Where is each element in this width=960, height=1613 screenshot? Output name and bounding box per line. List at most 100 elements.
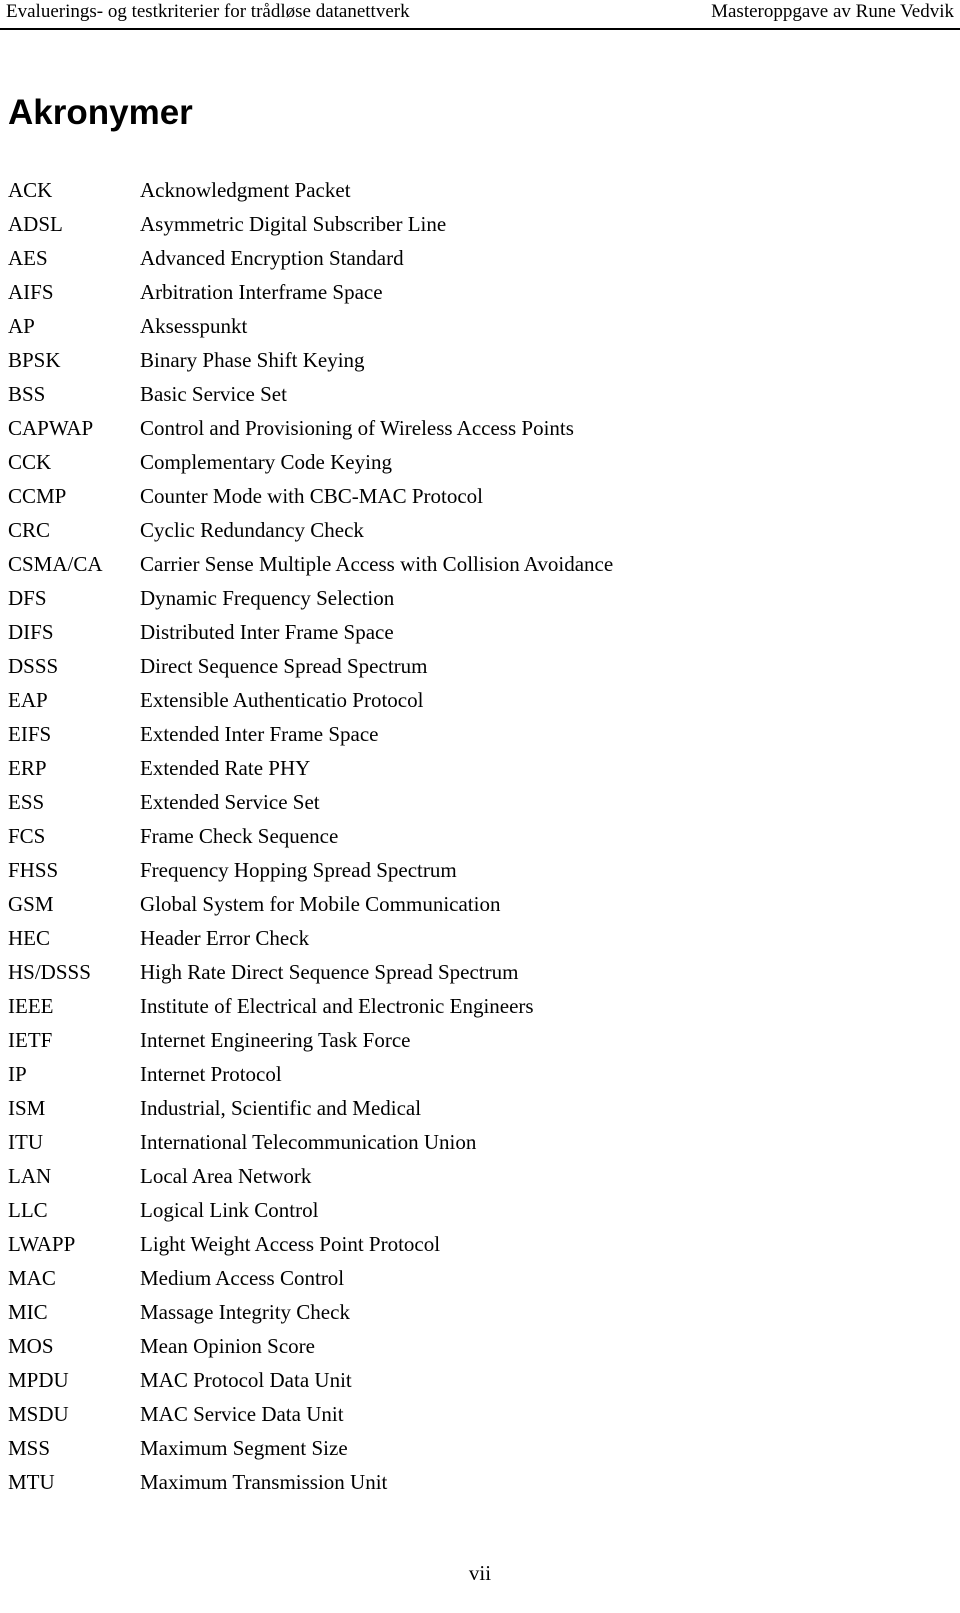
acronym-term: MOS: [8, 1334, 54, 1358]
acronym-row: DSSS Direct Sequence Spread Spectrum: [0, 649, 960, 683]
acronym-definition: Maximum Segment Size: [140, 1436, 348, 1460]
page-number: vii: [468, 1561, 492, 1585]
acronym-definition: Frequency Hopping Spread Spectrum: [140, 858, 457, 882]
acronym-term: MSS: [8, 1436, 51, 1460]
acronym-definition: Logical Link Control: [140, 1198, 319, 1222]
acronym-row: LWAPP Light Weight Access Point Protocol: [0, 1227, 960, 1261]
acronym-row: CCK Complementary Code Keying: [0, 445, 960, 479]
acronym-row: MSS Maximum Segment Size: [0, 1431, 960, 1465]
acronym-row: IETF Internet Engineering Task Force: [0, 1023, 960, 1057]
acronym-row: EIFS Extended Inter Frame Space: [0, 717, 960, 751]
acronym-row: MPDU MAC Protocol Data Unit: [0, 1363, 960, 1397]
acronym-term: ITU: [8, 1130, 43, 1154]
page-title: Akronymer: [8, 93, 193, 132]
acronym-term: LAN: [8, 1164, 52, 1188]
acronym-row: MIC Massage Integrity Check: [0, 1295, 960, 1329]
acronym-definition: Industrial, Scientific and Medical: [140, 1096, 422, 1120]
acronym-term: CCMP: [8, 484, 67, 508]
acronym-definition: MAC Protocol Data Unit: [140, 1368, 352, 1392]
acronym-term: FHSS: [8, 858, 59, 882]
header-divider-rule: [0, 28, 960, 30]
acronym-term: CRC: [8, 518, 51, 542]
acronym-term: ISM: [8, 1096, 46, 1120]
acronym-definition: Global System for Mobile Communication: [140, 892, 501, 916]
acronym-row: IP Internet Protocol: [0, 1057, 960, 1091]
acronym-row: ACK Acknowledgment Packet: [0, 173, 960, 207]
acronym-term: GSM: [8, 892, 54, 916]
acronym-term: IETF: [8, 1028, 53, 1052]
acronym-row: LLC Logical Link Control: [0, 1193, 960, 1227]
acronym-definition: Internet Engineering Task Force: [140, 1028, 411, 1052]
acronym-term: ESS: [8, 790, 45, 814]
acronym-term: DSSS: [8, 654, 59, 678]
acronym-definition: High Rate Direct Sequence Spread Spectru…: [140, 960, 519, 984]
acronym-row: CSMA/CA Carrier Sense Multiple Access wit…: [0, 547, 960, 581]
header-author-label: Masteroppgave av Rune Vedvik: [711, 1, 954, 22]
acronym-term: HEC: [8, 926, 50, 950]
acronym-definition: Asymmetric Digital Subscriber Line: [140, 212, 447, 236]
acronym-definition: Extended Rate PHY: [140, 756, 311, 780]
acronym-row: MSDU MAC Service Data Unit: [0, 1397, 960, 1431]
acronym-definition: Complementary Code Keying: [140, 450, 392, 474]
acronym-row: AES Advanced Encryption Standard: [0, 241, 960, 275]
acronym-term: MSDU: [8, 1402, 69, 1426]
acronym-term: CCK: [8, 450, 52, 474]
acronym-row: LAN Local Area Network: [0, 1159, 960, 1193]
acronym-definition: Maximum Transmission Unit: [140, 1470, 388, 1494]
acronym-definition: Cyclic Redundancy Check: [140, 518, 364, 542]
acronym-definition: Header Error Check: [140, 926, 310, 950]
acronym-definition: Binary Phase Shift Keying: [140, 348, 365, 372]
acronym-definition: Extensible Authenticatio Protocol: [140, 688, 424, 712]
acronym-row: CAPWAP Control and Provisioning of Wirele…: [0, 411, 960, 445]
acronym-definition: Institute of Electrical and Electronic E…: [140, 994, 534, 1018]
acronym-row: FCS Frame Check Sequence: [0, 819, 960, 853]
acronym-term: IP: [8, 1062, 27, 1086]
acronym-term: ACK: [8, 178, 53, 202]
acronym-row: CRC Cyclic Redundancy Check: [0, 513, 960, 547]
acronym-term: EIFS: [8, 722, 52, 746]
acronym-term: EAP: [8, 688, 48, 712]
acronym-definition: Acknowledgment Packet: [140, 178, 351, 202]
acronym-row: ERP Extended Rate PHY: [0, 751, 960, 785]
acronym-row: IEEE Institute of Electrical and Electron…: [0, 989, 960, 1023]
acronym-term: FCS: [8, 824, 46, 848]
acronym-row: EAP Extensible Authenticatio Protocol: [0, 683, 960, 717]
acronym-term: ERP: [8, 756, 47, 780]
acronym-definition: Direct Sequence Spread Spectrum: [140, 654, 428, 678]
acronym-term: AIFS: [8, 280, 54, 304]
acronym-definition: Medium Access Control: [140, 1266, 345, 1290]
acronym-row: BPSK Binary Phase Shift Keying: [0, 343, 960, 377]
acronym-term: MTU: [8, 1470, 55, 1494]
acronym-definition: Carrier Sense Multiple Access with Colli…: [140, 552, 614, 576]
acronym-row: MTU Maximum Transmission Unit: [0, 1465, 960, 1499]
acronym-definition: Aksesspunkt: [140, 314, 248, 338]
acronym-row: DIFS Distributed Inter Frame Space: [0, 615, 960, 649]
acronym-term: DFS: [8, 586, 47, 610]
acronym-row: ESS Extended Service Set: [0, 785, 960, 819]
acronym-definition: Light Weight Access Point Protocol: [140, 1232, 441, 1256]
header-document-title: Evaluerings- og testkriterier for trådlø…: [6, 1, 410, 22]
acronym-term: LLC: [8, 1198, 48, 1222]
acronym-row: HEC Header Error Check: [0, 921, 960, 955]
acronym-term: AES: [8, 246, 48, 270]
acronym-term: MPDU: [8, 1368, 69, 1392]
acronym-row: CCMP Counter Mode with CBC-MAC Protocol: [0, 479, 960, 513]
acronym-row: HS/DSSS High Rate Direct Sequence Spread …: [0, 955, 960, 989]
acronym-row: GSM Global System for Mobile Communicatio…: [0, 887, 960, 921]
acronym-row: BSS Basic Service Set: [0, 377, 960, 411]
acronym-term: DIFS: [8, 620, 54, 644]
acronym-definition: Frame Check Sequence: [140, 824, 339, 848]
acronym-definition: Massage Integrity Check: [140, 1300, 350, 1324]
acronym-definition: Local Area Network: [140, 1164, 312, 1188]
acronym-row: DFS Dynamic Frequency Selection: [0, 581, 960, 615]
acronym-term: ADSL: [8, 212, 63, 236]
acronym-row: MOS Mean Opinion Score: [0, 1329, 960, 1363]
acronym-definition: Mean Opinion Score: [140, 1334, 315, 1358]
acronym-definition: Control and Provisioning of Wireless Acc…: [140, 416, 574, 440]
acronym-list: ACK Acknowledgment Packet ADSL Asymmetric D…: [0, 173, 960, 1499]
acronym-definition: Basic Service Set: [140, 382, 287, 406]
acronym-row: AP Aksesspunkt: [0, 309, 960, 343]
acronym-term: LWAPP: [8, 1232, 76, 1256]
acronym-row: MAC Medium Access Control: [0, 1261, 960, 1295]
acronym-definition: Internet Protocol: [140, 1062, 282, 1086]
